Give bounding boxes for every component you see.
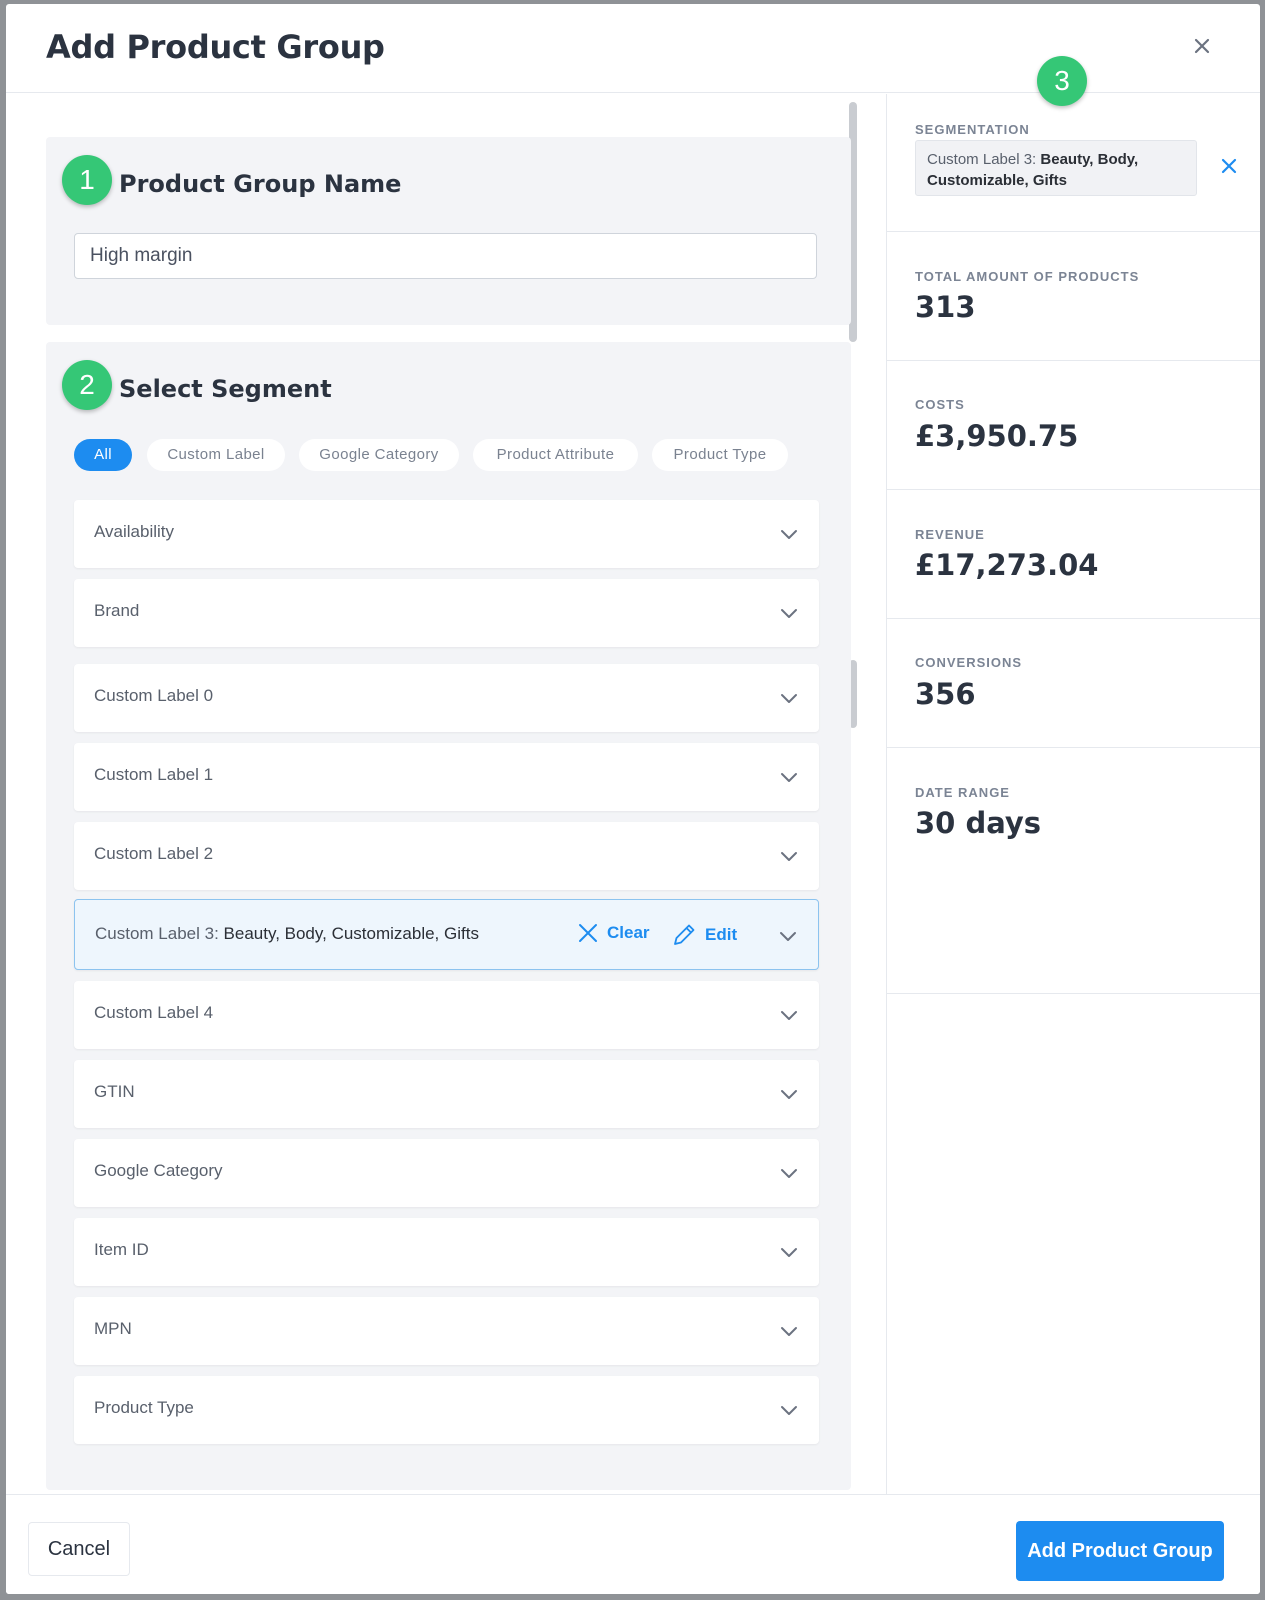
- stat-conversions: CONVERSIONS 356: [887, 619, 1260, 748]
- filter-chip-product-type[interactable]: Product Type: [652, 439, 788, 471]
- chevron-down-icon: [781, 694, 797, 703]
- summary-pane: 3 SEGMENTATION Custom Label 3: Beauty, B…: [886, 56, 1260, 1494]
- segment-row-label: Custom Label 3: Beauty, Body, Customizab…: [95, 924, 479, 944]
- filter-chip-product-attribute[interactable]: Product Attribute: [473, 439, 638, 471]
- segment-row-custom-label-3[interactable]: Custom Label 3: Beauty, Body, Customizab…: [74, 899, 819, 970]
- stat-date-range: DATE RANGE 30 days: [887, 748, 1260, 994]
- segment-row-label: Custom Label 4: [94, 1003, 214, 1022]
- chevron-down-icon: [781, 1169, 797, 1178]
- clear-button[interactable]: Clear: [577, 922, 650, 944]
- chevron-down-icon: [781, 1011, 797, 1020]
- stat-value: 30 days: [915, 806, 1042, 840]
- segment-row-label: Brand: [94, 601, 140, 620]
- segment-row-gtin[interactable]: GTIN: [74, 1060, 819, 1128]
- add-product-group-modal: Add Product Group 1 Product Group Name 2…: [6, 4, 1260, 1594]
- stat-total-products: TOTAL AMOUNT OF PRODUCTS 313: [887, 232, 1260, 361]
- close-icon[interactable]: [1190, 34, 1214, 58]
- chevron-down-icon: [781, 1248, 797, 1257]
- segment-row-label: Product Type: [94, 1398, 194, 1417]
- stat-label: DATE RANGE: [915, 785, 1010, 800]
- segment-row-item-id[interactable]: Item ID: [74, 1218, 819, 1286]
- product-group-name-section: 1 Product Group Name: [46, 137, 851, 325]
- chevron-down-icon: [781, 1090, 797, 1099]
- select-segment-section: 2 Select Segment All Custom Label Google…: [46, 342, 851, 1490]
- modal-title: Add Product Group: [46, 28, 385, 66]
- chevron-down-icon: [781, 852, 797, 861]
- remove-segmentation-icon[interactable]: [1219, 156, 1239, 176]
- add-product-group-button[interactable]: Add Product Group: [1016, 1521, 1224, 1581]
- stat-label: TOTAL AMOUNT OF PRODUCTS: [915, 269, 1140, 284]
- pencil-icon: [674, 924, 695, 945]
- segmentation-summary: Custom Label 3: Beauty, Body, Customizab…: [915, 140, 1197, 196]
- clear-label: Clear: [607, 923, 650, 942]
- segment-row-label: GTIN: [94, 1082, 135, 1101]
- segment-row-label: Custom Label 0: [94, 686, 214, 705]
- segment-row-custom-label-0[interactable]: Custom Label 0: [74, 664, 819, 732]
- filter-chip-google-category[interactable]: Google Category: [299, 439, 459, 471]
- chevron-down-icon: [781, 609, 797, 618]
- segment-row-custom-label-2[interactable]: Custom Label 2: [74, 822, 819, 890]
- stat-label: COSTS: [915, 397, 965, 412]
- segment-row-label: Availability: [94, 522, 175, 541]
- chevron-down-icon: [781, 1406, 797, 1415]
- segment-value: Beauty, Body, Customizable, Gifts: [223, 924, 479, 943]
- segment-row-brand[interactable]: Brand: [74, 579, 819, 647]
- segment-row-label: Google Category: [94, 1161, 223, 1180]
- segment-row-availability[interactable]: Availability: [74, 500, 819, 568]
- chevron-down-icon: [781, 530, 797, 539]
- modal-footer: Cancel Add Product Group: [6, 1494, 1260, 1594]
- stat-revenue: REVENUE £17,273.04: [887, 490, 1260, 619]
- segment-key: Custom Label 3:: [95, 924, 219, 943]
- filter-chip-custom-label[interactable]: Custom Label: [147, 439, 285, 471]
- stat-costs: COSTS £3,950.75: [887, 361, 1260, 490]
- segmentation-block: SEGMENTATION Custom Label 3: Beauty, Bod…: [887, 94, 1260, 232]
- segment-row-mpn[interactable]: MPN: [74, 1297, 819, 1365]
- segmentation-key: Custom Label 3:: [927, 151, 1037, 168]
- section-title: Product Group Name: [119, 170, 402, 198]
- stat-label: CONVERSIONS: [915, 655, 1023, 670]
- stat-value: 313: [915, 290, 976, 324]
- chevron-down-icon: [780, 932, 796, 941]
- segment-row-custom-label-1[interactable]: Custom Label 1: [74, 743, 819, 811]
- step-1-badge: 1: [62, 155, 112, 205]
- stat-label: REVENUE: [915, 527, 985, 542]
- edit-label: Edit: [705, 925, 738, 944]
- cancel-button[interactable]: Cancel: [28, 1522, 130, 1576]
- segment-row-product-type[interactable]: Product Type: [74, 1376, 819, 1444]
- stat-value: £17,273.04: [915, 548, 1099, 582]
- segmentation-label: SEGMENTATION: [915, 122, 1030, 137]
- segment-row-label: MPN: [94, 1319, 132, 1338]
- segment-row-label: Custom Label 1: [94, 765, 214, 784]
- step-2-badge: 2: [62, 360, 112, 410]
- close-icon: [579, 924, 597, 942]
- product-group-name-input[interactable]: [74, 233, 817, 279]
- left-pane: 1 Product Group Name 2 Select Segment Al…: [6, 94, 886, 1494]
- section-title: Select Segment: [119, 375, 332, 403]
- segment-row-label: Custom Label 2: [94, 844, 214, 863]
- chevron-down-icon: [781, 1327, 797, 1336]
- chevron-down-icon: [781, 773, 797, 782]
- stat-value: £3,950.75: [915, 419, 1079, 453]
- segment-row-google-category[interactable]: Google Category: [74, 1139, 819, 1207]
- edit-button[interactable]: Edit: [671, 922, 737, 948]
- segment-row-custom-label-4[interactable]: Custom Label 4: [74, 981, 819, 1049]
- stat-value: 356: [915, 677, 976, 711]
- segment-row-label: Item ID: [94, 1240, 149, 1259]
- filter-chip-all[interactable]: All: [74, 439, 132, 471]
